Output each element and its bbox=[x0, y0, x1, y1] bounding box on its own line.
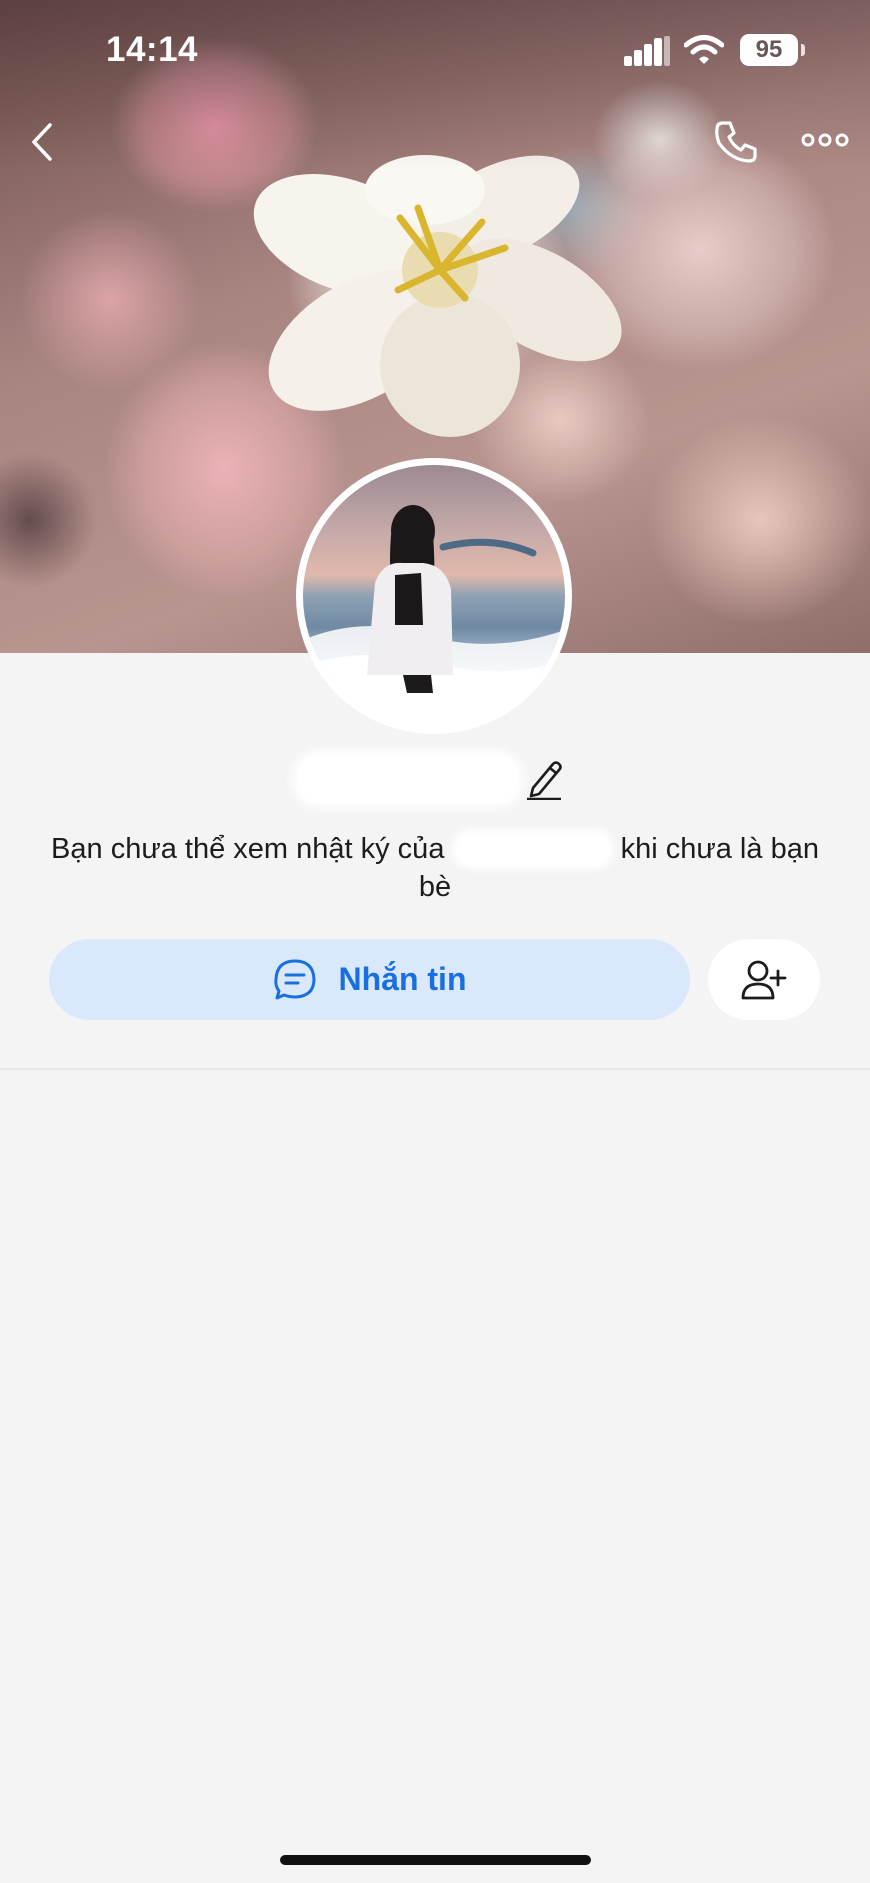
status-time: 14:14 bbox=[106, 30, 199, 69]
message-button-label: Nhắn tin bbox=[338, 961, 467, 997]
battery-tip bbox=[801, 44, 805, 56]
back-button[interactable] bbox=[20, 116, 64, 168]
home-indicator bbox=[280, 1855, 591, 1865]
more-options-button[interactable] bbox=[798, 120, 852, 160]
call-button[interactable] bbox=[708, 114, 764, 170]
avatar[interactable] bbox=[296, 458, 572, 734]
wifi-icon bbox=[684, 35, 724, 64]
lily-flower-image bbox=[253, 155, 622, 437]
avatar-photo bbox=[303, 505, 565, 727]
user-plus-icon bbox=[741, 960, 787, 999]
more-horizontal-icon bbox=[801, 133, 849, 147]
notice-redacted-name bbox=[456, 834, 609, 864]
phone-icon bbox=[715, 121, 757, 163]
battery-indicator: 95 bbox=[740, 34, 798, 66]
add-friend-button[interactable] bbox=[708, 939, 820, 1020]
chat-bubble-icon bbox=[273, 959, 315, 999]
status-bar: 14:14 95 bbox=[0, 0, 870, 100]
pencil-icon bbox=[527, 761, 562, 800]
edit-name-button[interactable] bbox=[520, 752, 568, 804]
chevron-left-icon bbox=[32, 123, 52, 161]
message-button[interactable]: Nhắn tin bbox=[49, 939, 690, 1020]
diary-restriction-notice: Bạn chưa thể xem nhật ký của khi chưa là… bbox=[40, 830, 830, 906]
profile-screen: 14:14 95 Bạn chưa thể xem nhật ký của kh… bbox=[0, 0, 870, 1883]
notice-text-start: Bạn chưa thể xem nhật ký của bbox=[51, 833, 445, 865]
profile-name bbox=[300, 758, 516, 804]
profile-name-row bbox=[0, 752, 870, 812]
section-divider bbox=[0, 1068, 870, 1070]
cellular-signal-icon bbox=[624, 36, 670, 66]
